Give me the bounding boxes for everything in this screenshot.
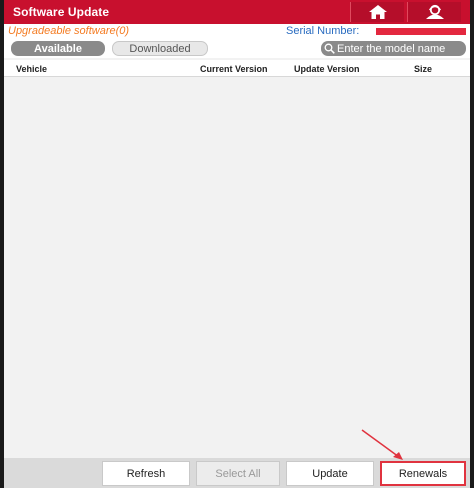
home-icon: [368, 5, 387, 19]
column-vehicle: Vehicle: [16, 64, 48, 74]
table-header: Vehicle Current Version Update Version S…: [4, 60, 470, 77]
column-update-version: Update Version: [294, 64, 360, 74]
column-current-version: Current Version: [200, 64, 268, 74]
renewals-button[interactable]: Renewals: [380, 461, 466, 486]
page-title: Software Update: [13, 5, 110, 19]
update-button[interactable]: Update: [286, 461, 374, 486]
upgradeable-count: Upgradeable software(0): [8, 25, 130, 37]
user-icon: [425, 4, 444, 19]
serial-number-redacted: [376, 28, 466, 35]
home-button[interactable]: [350, 2, 404, 22]
software-list[interactable]: [4, 78, 470, 458]
device-frame: Software Update Upgradeable software(0) …: [0, 0, 474, 488]
tab-row: Available Downloaded Enter the model nam…: [4, 40, 470, 58]
app-screen: Software Update Upgradeable software(0) …: [4, 0, 470, 488]
column-size: Size: [414, 64, 433, 74]
select-all-button[interactable]: Select All: [196, 461, 280, 486]
title-bar: Software Update: [4, 0, 470, 24]
search-input[interactable]: Enter the model name: [321, 41, 466, 56]
tab-downloaded[interactable]: Downloaded: [112, 41, 208, 56]
user-button[interactable]: [407, 2, 461, 22]
annotation-arrow-icon: [361, 429, 403, 460]
info-row: Upgradeable software(0) Serial Number:: [4, 24, 470, 40]
tab-available[interactable]: Available: [11, 41, 105, 56]
search-placeholder: Enter the model name: [337, 42, 446, 55]
search-icon: [324, 43, 335, 54]
serial-number-label: Serial Number:: [286, 25, 360, 37]
refresh-button[interactable]: Refresh: [102, 461, 190, 486]
